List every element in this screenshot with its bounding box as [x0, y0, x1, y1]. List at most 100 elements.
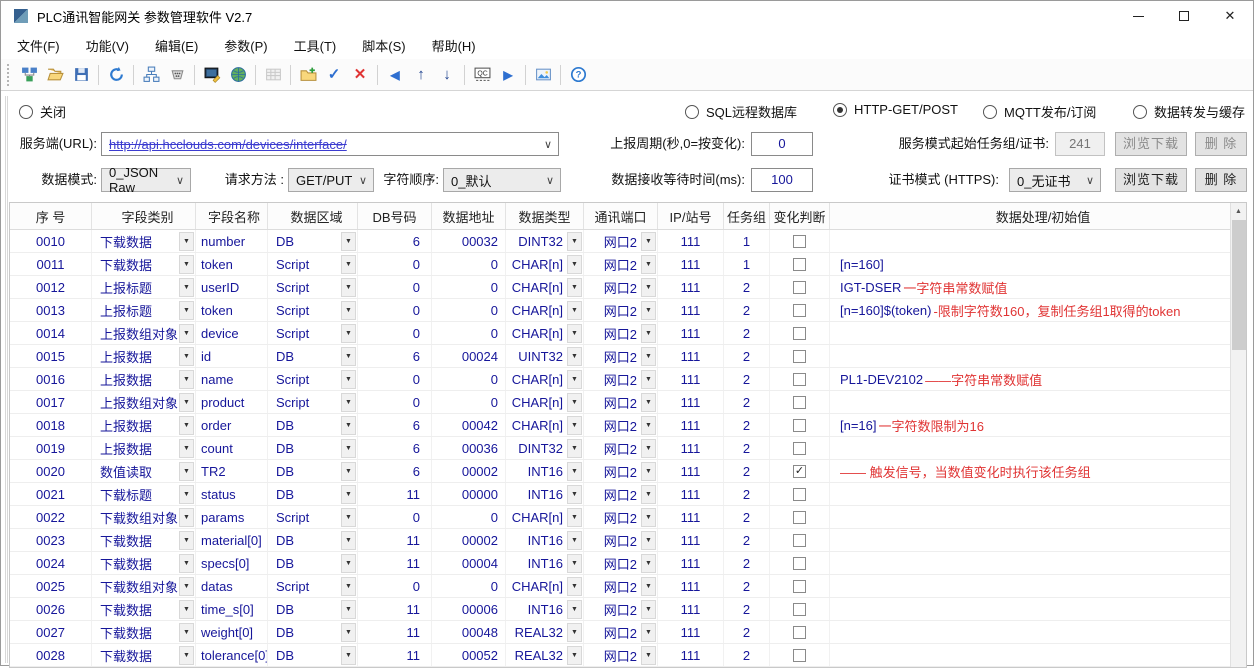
table-row[interactable]: 0015上报数据▼idDB▼600024UINT32▼网口2▼1112 [10, 345, 1230, 368]
chevron-down-icon[interactable]: ▼ [179, 508, 194, 527]
chevron-down-icon[interactable]: ▼ [179, 255, 194, 274]
ip-station-cell[interactable]: 111 [658, 299, 724, 321]
recv-wait-input[interactable]: 100 [751, 168, 813, 192]
field-name-cell[interactable]: tolerance[0] [196, 644, 268, 666]
chevron-down-icon[interactable]: ▼ [179, 370, 194, 389]
data-area-cell[interactable]: Script▼ [268, 253, 358, 275]
category-cell[interactable]: 下载数据▼ [92, 253, 196, 275]
comm-port-cell[interactable]: 网口2▼ [584, 621, 658, 643]
table-row[interactable]: 0013上报标题▼tokenScript▼00CHAR[n]▼网口2▼1112[… [10, 299, 1230, 322]
menu-function[interactable]: 功能(V) [86, 36, 129, 55]
ip-station-cell[interactable]: 111 [658, 575, 724, 597]
ip-station-cell[interactable]: 111 [658, 345, 724, 367]
task-group-cell[interactable]: 2 [724, 644, 770, 666]
chevron-down-icon[interactable]: ▼ [567, 485, 582, 504]
db-number-cell[interactable]: 0 [358, 299, 432, 321]
task-group-cell[interactable]: 2 [724, 345, 770, 367]
data-address-cell[interactable]: 00002 [432, 460, 506, 482]
ip-station-cell[interactable]: 111 [658, 598, 724, 620]
topology-icon[interactable] [138, 62, 164, 88]
field-name-cell[interactable]: time_s[0] [196, 598, 268, 620]
change-detect-checkbox[interactable] [793, 626, 806, 639]
chevron-down-icon[interactable]: ▼ [641, 508, 656, 527]
change-detect-checkbox[interactable] [793, 488, 806, 501]
data-mode-combobox[interactable]: 0_JSON Raw∨ [101, 168, 191, 192]
comm-port-cell[interactable]: 网口2▼ [584, 598, 658, 620]
change-detect-cell[interactable] [770, 345, 830, 367]
header-init-value[interactable]: 数据处理/初始值 [830, 203, 1246, 229]
db-number-cell[interactable]: 0 [358, 368, 432, 390]
chevron-down-icon[interactable]: ▼ [641, 393, 656, 412]
comm-port-cell[interactable]: 网口2▼ [584, 345, 658, 367]
category-cell[interactable]: 下载数据▼ [92, 529, 196, 551]
ip-station-cell[interactable]: 111 [658, 529, 724, 551]
field-name-cell[interactable]: userID [196, 276, 268, 298]
chevron-down-icon[interactable]: ▼ [641, 600, 656, 619]
data-area-cell[interactable]: DB▼ [268, 345, 358, 367]
data-type-cell[interactable]: INT16▼ [506, 552, 584, 574]
header-db-number[interactable]: DB号码 [358, 203, 432, 229]
category-cell[interactable]: 数值读取▼ [92, 460, 196, 482]
scrollbar-thumb[interactable] [1232, 220, 1246, 350]
ip-station-cell[interactable]: 111 [658, 414, 724, 436]
web-icon[interactable] [225, 62, 251, 88]
category-cell[interactable]: 下载标题▼ [92, 483, 196, 505]
data-address-cell[interactable]: 00032 [432, 230, 506, 252]
header-ip-station[interactable]: IP/站号 [658, 203, 724, 229]
category-cell[interactable]: 上报数组对象▼ [92, 322, 196, 344]
chevron-down-icon[interactable]: ▼ [341, 531, 356, 550]
category-cell[interactable]: 下载数据▼ [92, 230, 196, 252]
category-cell[interactable]: 上报数组对象▼ [92, 391, 196, 413]
help-icon[interactable]: ? [565, 62, 591, 88]
header-data-type[interactable]: 数据类型 [506, 203, 584, 229]
data-area-cell[interactable]: DB▼ [268, 552, 358, 574]
task-group-cell[interactable]: 2 [724, 575, 770, 597]
data-type-cell[interactable]: CHAR[n]▼ [506, 253, 584, 275]
chevron-down-icon[interactable]: ▼ [567, 646, 582, 665]
comm-port-cell[interactable]: 网口2▼ [584, 391, 658, 413]
task-group-cell[interactable]: 2 [724, 322, 770, 344]
data-area-cell[interactable]: Script▼ [268, 575, 358, 597]
data-type-cell[interactable]: REAL32▼ [506, 621, 584, 643]
comm-port-cell[interactable]: 网口2▼ [584, 230, 658, 252]
chevron-down-icon[interactable]: ▼ [641, 623, 656, 642]
chevron-down-icon[interactable]: ▼ [567, 508, 582, 527]
new-folder-icon[interactable] [295, 62, 321, 88]
change-detect-cell[interactable] [770, 598, 830, 620]
chevron-down-icon[interactable]: ▼ [567, 393, 582, 412]
move-down-icon[interactable]: ↓ [434, 62, 460, 88]
chevron-down-icon[interactable]: ▼ [341, 232, 356, 251]
connect-icon[interactable] [16, 62, 42, 88]
table-row[interactable]: 0022下载数组对象▼paramsScript▼00CHAR[n]▼网口2▼11… [10, 506, 1230, 529]
table-row[interactable]: 0028下载数据▼tolerance[0]DB▼1100052REAL32▼网口… [10, 644, 1230, 667]
menu-help[interactable]: 帮助(H) [432, 36, 476, 55]
chevron-down-icon[interactable]: ▼ [641, 347, 656, 366]
ip-station-cell[interactable]: 111 [658, 506, 724, 528]
change-detect-cell[interactable] [770, 230, 830, 252]
data-address-cell[interactable]: 00024 [432, 345, 506, 367]
db-number-cell[interactable]: 6 [358, 437, 432, 459]
header-task-group[interactable]: 任务组 [724, 203, 770, 229]
open-file-icon[interactable] [42, 62, 68, 88]
field-name-cell[interactable]: token [196, 299, 268, 321]
chevron-down-icon[interactable]: ∨ [1086, 174, 1096, 187]
chevron-down-icon[interactable]: ▼ [641, 439, 656, 458]
data-area-cell[interactable]: DB▼ [268, 598, 358, 620]
task-group-cell[interactable]: 2 [724, 506, 770, 528]
data-type-cell[interactable]: REAL32▼ [506, 644, 584, 666]
ip-station-cell[interactable]: 111 [658, 483, 724, 505]
chevron-down-icon[interactable]: ▼ [567, 623, 582, 642]
comm-port-cell[interactable]: 网口2▼ [584, 414, 658, 436]
data-area-cell[interactable]: Script▼ [268, 391, 358, 413]
header-comm-port[interactable]: 通讯端口 [584, 203, 658, 229]
task-group-cell[interactable]: 2 [724, 391, 770, 413]
table-row[interactable]: 0021下载标题▼statusDB▼1100000INT16▼网口2▼1112 [10, 483, 1230, 506]
comm-port-cell[interactable]: 网口2▼ [584, 460, 658, 482]
table-row[interactable]: 0025下载数组对象▼datasScript▼00CHAR[n]▼网口2▼111… [10, 575, 1230, 598]
db-number-cell[interactable]: 11 [358, 552, 432, 574]
menu-params[interactable]: 参数(P) [224, 36, 267, 55]
change-detect-checkbox[interactable] [793, 442, 806, 455]
category-cell[interactable]: 下载数组对象▼ [92, 506, 196, 528]
comm-port-cell[interactable]: 网口2▼ [584, 368, 658, 390]
menu-script[interactable]: 脚本(S) [362, 36, 405, 55]
